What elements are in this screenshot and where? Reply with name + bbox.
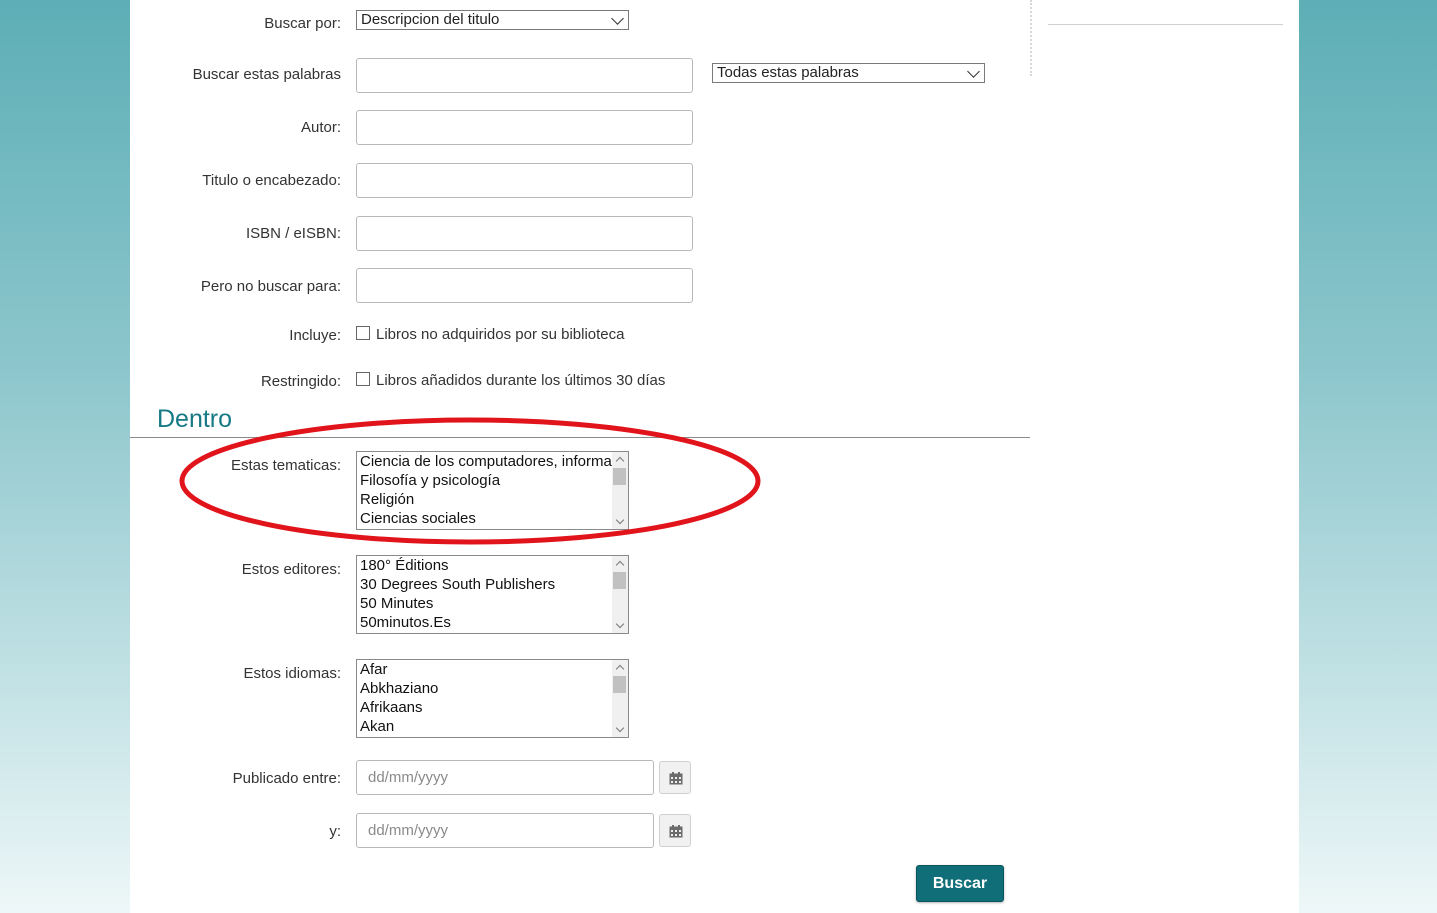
excluir-label: Pero no buscar para:: [200, 278, 341, 295]
publicado-desde-input[interactable]: [356, 760, 654, 795]
incluye-checkbox[interactable]: [356, 326, 370, 340]
chevron-down-icon: [611, 12, 624, 25]
scroll-down-icon[interactable]: [615, 723, 625, 733]
buscar-por-value: Descripcion del titulo: [361, 11, 500, 28]
editores-listbox[interactable]: 180° Éditions 30 Degrees South Publisher…: [356, 555, 629, 634]
calendar-icon: [669, 772, 683, 785]
editores-label: Estos editores:: [241, 561, 341, 578]
tematicas-label: Estas tematicas:: [230, 457, 341, 474]
excluir-input[interactable]: [356, 268, 693, 303]
restringido-label: Restringido:: [260, 373, 341, 390]
restringido-option: Libros añadidos durante los últimos 30 d…: [356, 372, 665, 389]
list-item[interactable]: Afar: [357, 660, 612, 679]
list-item[interactable]: Akan: [357, 717, 612, 736]
buscar-por-label: Buscar por:: [264, 15, 341, 32]
list-item[interactable]: 30 Degrees South Publishers: [357, 575, 612, 594]
scrollbar[interactable]: [612, 556, 628, 633]
buscar-por-select[interactable]: Descripcion del titulo: [356, 10, 629, 30]
scroll-down-icon[interactable]: [615, 619, 625, 629]
list-item[interactable]: Ciencia de los computadores, información: [357, 452, 612, 471]
list-item[interactable]: 50 Minutes: [357, 594, 612, 613]
scrollbar[interactable]: [612, 452, 628, 529]
incluye-checkbox-label[interactable]: Libros no adquiridos por su biblioteca: [376, 326, 625, 343]
incluye-option: Libros no adquiridos por su biblioteca: [356, 326, 625, 343]
list-item[interactable]: Ciencias sociales: [357, 509, 612, 528]
scroll-up-icon[interactable]: [615, 560, 625, 570]
buscar-palabras-input[interactable]: [356, 58, 693, 93]
tematicas-listbox[interactable]: Ciencia de los computadores, información…: [356, 451, 629, 530]
list-item[interactable]: Abkhaziano: [357, 679, 612, 698]
incluye-label: Incluye:: [289, 327, 341, 344]
titulo-input[interactable]: [356, 163, 693, 198]
titulo-label: Titulo o encabezado:: [202, 172, 341, 189]
publicado-hasta-input[interactable]: [356, 813, 654, 848]
idiomas-listbox[interactable]: Afar Abkhaziano Afrikaans Akan: [356, 659, 629, 738]
search-form-panel: Buscar por: Descripcion del titulo Busca…: [130, 0, 1299, 913]
chevron-down-icon: [967, 65, 980, 78]
section-divider: [130, 437, 1030, 438]
calendar-icon: [669, 825, 683, 838]
autor-label: Autor:: [300, 119, 341, 136]
y-label: y:: [329, 823, 341, 840]
scroll-down-icon[interactable]: [615, 515, 625, 525]
list-item[interactable]: 180° Éditions: [357, 556, 612, 575]
dentro-heading: Dentro: [157, 405, 233, 433]
scroll-thumb[interactable]: [613, 676, 626, 693]
list-item[interactable]: Afrikaans: [357, 698, 612, 717]
scroll-thumb[interactable]: [613, 468, 626, 485]
palabras-mode-value: Todas estas palabras: [717, 64, 859, 81]
isbn-label: ISBN / eISBN:: [245, 225, 341, 242]
scrollbar[interactable]: [612, 660, 628, 737]
scroll-up-icon[interactable]: [615, 456, 625, 466]
buscar-button[interactable]: Buscar: [916, 865, 1004, 902]
list-item[interactable]: 50minutos.Es: [357, 613, 612, 632]
calendar-button-desde[interactable]: [659, 761, 691, 794]
buscar-palabras-label: Buscar estas palabras: [192, 66, 341, 83]
calendar-button-hasta[interactable]: [659, 814, 691, 847]
scroll-up-icon[interactable]: [615, 664, 625, 674]
list-item[interactable]: Filosofía y psicología: [357, 471, 612, 490]
restringido-checkbox[interactable]: [356, 372, 370, 386]
autor-input[interactable]: [356, 110, 693, 145]
list-item[interactable]: Religión: [357, 490, 612, 509]
sidebar-rule: [1048, 24, 1283, 25]
idiomas-label: Estos idiomas:: [243, 665, 341, 682]
isbn-input[interactable]: [356, 216, 693, 251]
scroll-thumb[interactable]: [613, 572, 626, 589]
column-divider: [1030, 0, 1032, 76]
restringido-checkbox-label[interactable]: Libros añadidos durante los últimos 30 d…: [376, 372, 665, 389]
publicado-entre-label: Publicado entre:: [232, 770, 341, 787]
palabras-mode-select[interactable]: Todas estas palabras: [712, 63, 985, 83]
